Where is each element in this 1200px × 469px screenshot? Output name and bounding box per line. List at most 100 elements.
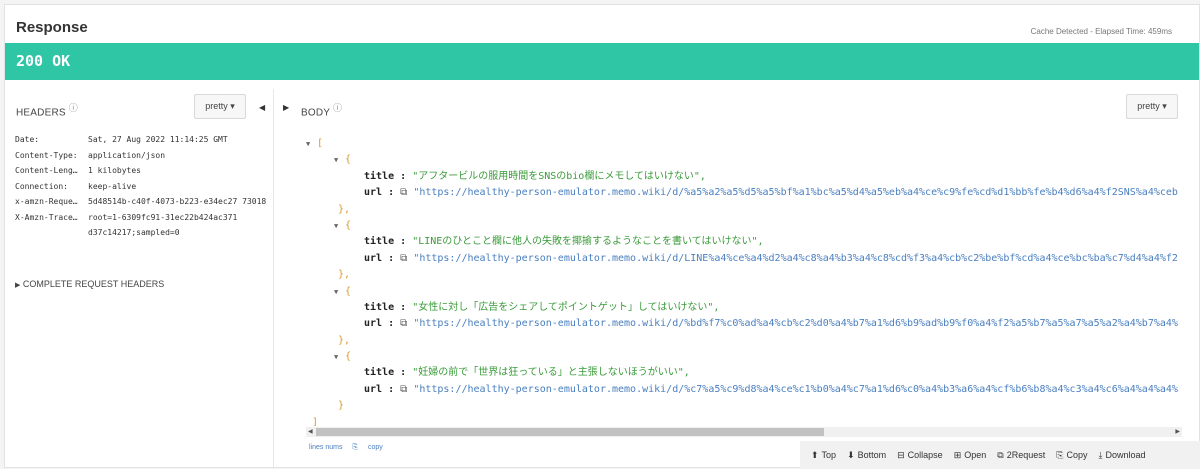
body-pretty-dropdown[interactable]: pretty ▾ [1126, 94, 1178, 119]
json-object-close: }, [338, 269, 351, 281]
clipboard-icon: ⎘ [1056, 449, 1064, 460]
scroll-left-icon[interactable]: ◀ [308, 427, 313, 437]
json-url-value[interactable]: "https://healthy-person-emulator.memo.wi… [413, 187, 1178, 198]
json-title-line: title : "アフタービルの服用時間をSNSのbio欄にメモしてはいけない"… [306, 169, 1178, 185]
json-url-line: url : ⧉ "https://healthy-person-emulator… [306, 316, 1178, 332]
json-url-value[interactable]: "https://healthy-person-emulator.memo.wi… [413, 318, 1178, 329]
header-row: Connection: keep-alive [15, 179, 268, 195]
json-root-close: ] [312, 416, 319, 426]
json-key-title: title : [364, 236, 407, 248]
external-link-icon[interactable]: ⧉ [400, 187, 407, 198]
json-object-close: } [338, 400, 345, 412]
header-value: application/json [88, 150, 166, 160]
copy-icon: ⧉ [997, 449, 1004, 460]
header-name: x-amzn-Reque… [15, 197, 78, 206]
header-name: Content-Type: [15, 150, 78, 160]
json-title-line: title : "妊婦の前で「世界は狂っている」と主張しないほうがいい", [306, 365, 1178, 381]
json-object-open: ▼{ [306, 349, 1178, 365]
complete-request-headers-label: COMPLETE REQUEST HEADERS [22, 279, 165, 289]
external-link-icon[interactable]: ⧉ [400, 318, 407, 329]
help-icon[interactable]: ⓘ [69, 103, 78, 113]
help-icon[interactable]: ⓘ [333, 103, 342, 113]
collapse-button[interactable]: ⊟ Collapse [897, 450, 943, 461]
complete-request-headers-toggle[interactable]: ▶ COMPLETE REQUEST HEADERS [15, 279, 164, 289]
external-link-icon[interactable]: ⧉ [400, 253, 407, 264]
header-name: X-Amzn-Trace… [15, 212, 78, 222]
open-button[interactable]: ⊞ Open [954, 450, 987, 461]
caret-right-icon: ▶ [15, 282, 21, 289]
json-object-open: ▼{ [306, 218, 1178, 234]
download-icon: ⤓ [1098, 449, 1103, 460]
json-title-value: "妊婦の前で「世界は狂っている」と主張しないほうがいい", [412, 367, 690, 379]
arrow-down-circle-icon: ⬇ [847, 449, 855, 460]
scroll-right-icon[interactable]: ▶ [1175, 427, 1180, 437]
json-key-title: title : [364, 301, 407, 313]
body-label: BODY ⓘ [301, 101, 342, 118]
top-button[interactable]: ⬆ Top [811, 450, 836, 461]
download-button[interactable]: ⤓ Download [1098, 450, 1145, 461]
plus-square-icon: ⊞ [953, 449, 962, 460]
copy-link[interactable]: ⎘ copy [352, 444, 390, 451]
copy-button[interactable]: ⎘ Copy [1056, 450, 1087, 461]
external-link-icon[interactable]: ⧉ [400, 384, 407, 395]
header-value: keep-alive [88, 181, 137, 191]
body-options: lines nums ⎘ copy [309, 444, 399, 452]
headers-label: HEADERS ⓘ [16, 101, 78, 118]
collapse-toggle-icon[interactable]: ▼ [334, 218, 345, 234]
footer-toolbar: ⬆ Top ⬇ Bottom ⊟ Collapse ⊞ Open ⧉ 2Request ⎘… [800, 441, 1200, 469]
collapse-toggle-icon[interactable]: ▼ [334, 284, 345, 300]
json-url-line: url : ⧉ "https://healthy-person-emulator… [306, 382, 1178, 398]
json-key-url: url : [364, 187, 395, 199]
json-url-line: url : ⧉ "https://healthy-person-emulator… [306, 185, 1178, 201]
json-title-value: "LINEのひとこと欄に他人の失敗を揶揄するようなことを書いてはいけない", [412, 236, 764, 248]
copy-icon: ⎘ [352, 444, 359, 451]
bottom-button[interactable]: ⬇ Bottom [847, 450, 886, 461]
header-row: Content-Type: application/json [15, 148, 268, 164]
header-value: 1 kilobytes [88, 166, 141, 175]
json-url-value[interactable]: "https://healthy-person-emulator.memo.wi… [413, 253, 1178, 264]
json-viewer: ▼[ ▼{title : "アフタービルの服用時間をSNSのbio欄にメモしては… [306, 136, 1178, 426]
arrow-up-circle-icon: ⬆ [811, 449, 819, 460]
json-url-value[interactable]: "https://healthy-person-emulator.memo.wi… [413, 384, 1178, 395]
copy-link-label: copy [367, 444, 383, 451]
json-key-url: url : [364, 252, 395, 264]
status-bar: 200 OK [5, 43, 1199, 80]
json-url-line: url : ⧉ "https://healthy-person-emulator… [306, 251, 1178, 267]
json-title-line: title : "LINEのひとこと欄に他人の失敗を揶揄するようなことを書いては… [306, 234, 1178, 250]
body-label-text: BODY [301, 107, 330, 119]
headers-label-text: HEADERS [16, 107, 66, 119]
collapse-toggle-icon[interactable]: ▼ [334, 349, 345, 365]
headers-pretty-dropdown[interactable]: pretty ▾ [194, 94, 246, 119]
scrollbar-thumb[interactable] [316, 428, 824, 436]
header-row: Date: Sat, 27 Aug 2022 11:14:25 GMT [15, 132, 268, 148]
expand-right-icon[interactable]: ▶ [283, 103, 289, 112]
cache-info: Cache Detected - Elapsed Time: 459ms [1030, 27, 1172, 36]
json-object-close: }, [338, 203, 351, 215]
request-button[interactable]: ⧉ 2Request [997, 450, 1045, 461]
status-text: 200 OK [16, 52, 71, 70]
json-title-line: title : "女性に対し「広告をシェアしてポイントゲット」してはいけない", [306, 300, 1178, 316]
headers-table: Date: Sat, 27 Aug 2022 11:14:25 GMT Conten… [15, 132, 268, 241]
pane-divider[interactable] [273, 89, 274, 469]
json-root-open: ▼[ [306, 136, 1178, 152]
collapse-toggle-icon[interactable]: ▼ [306, 136, 317, 152]
collapse-left-icon[interactable]: ◀ [259, 103, 265, 112]
response-title: Response [16, 19, 88, 36]
json-key-url: url : [364, 318, 395, 330]
lines-nums-link[interactable]: lines nums [309, 444, 342, 451]
header-row: x-amzn-Reque… 5d48514b-c40f-4073-b223-e34… [15, 194, 268, 210]
horizontal-scrollbar[interactable]: ◀ ▶ [306, 427, 1182, 437]
minus-square-icon: ⊟ [897, 449, 905, 460]
json-object-open: ▼{ [306, 152, 1178, 168]
response-panel: Response Cache Detected - Elapsed Time: … [4, 4, 1200, 469]
header-name: Date: [15, 135, 40, 144]
json-title-value: "アフタービルの服用時間をSNSのbio欄にメモしてはいけない", [412, 170, 706, 182]
json-key-title: title : [364, 170, 407, 182]
json-object-open: ▼{ [306, 284, 1178, 300]
json-key-url: url : [364, 383, 395, 395]
collapse-toggle-icon[interactable]: ▼ [334, 152, 345, 168]
json-object-close: }, [338, 334, 351, 346]
header-value: Sat, 27 Aug 2022 11:14:25 GMT [88, 135, 228, 144]
json-key-title: title : [364, 367, 407, 379]
header-row: Content-Leng… 1 kilobytes [15, 163, 268, 179]
